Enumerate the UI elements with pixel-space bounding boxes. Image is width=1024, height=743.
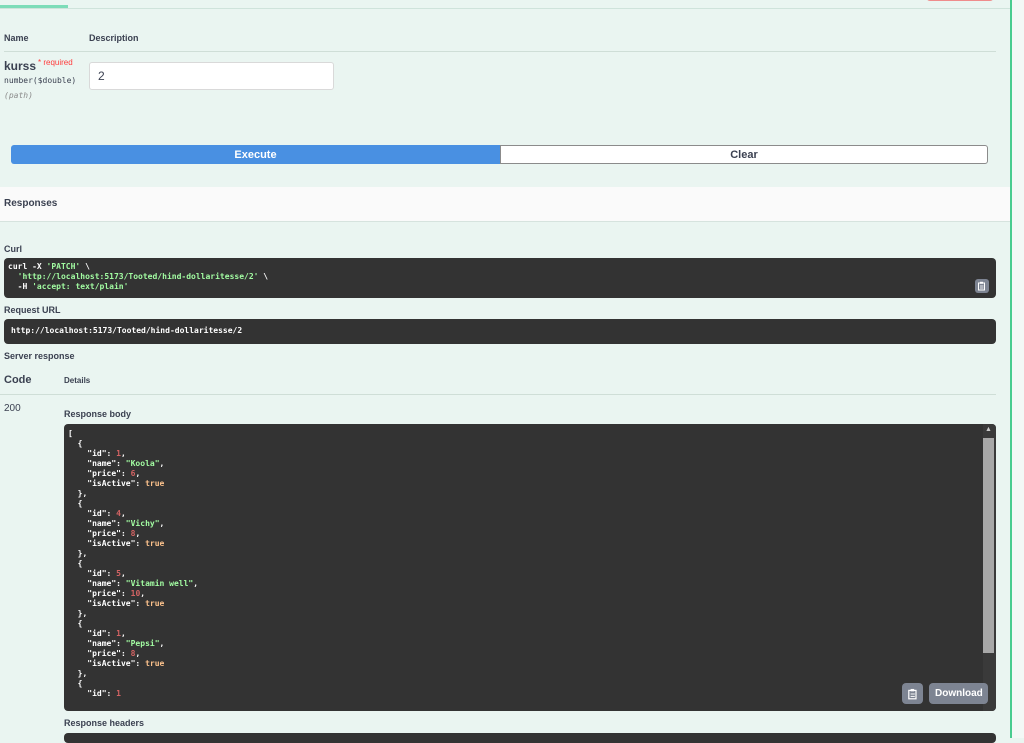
curl-flag: -H — [8, 282, 33, 291]
json-value: "Pepsi" — [125, 639, 160, 648]
json-value: true — [145, 659, 165, 668]
params-header-description: Description — [89, 33, 139, 43]
json-value: "Koola" — [125, 459, 160, 468]
json-brace: { — [68, 439, 83, 448]
request-url[interactable]: http://localhost:5173/Tooted/hind-dollar… — [11, 326, 242, 336]
json-value: "Vitamin well" — [125, 579, 194, 588]
json-key: "isActive": — [68, 599, 146, 608]
download-button[interactable]: Download — [929, 683, 988, 704]
curl-url: 'http://localhost:5173/Tooted/hind-dolla… — [17, 272, 259, 281]
clipboard-icon — [978, 281, 985, 291]
json-brace: { — [68, 619, 83, 628]
curl-continuation: \ — [80, 262, 90, 271]
clear-button[interactable]: Clear — [500, 145, 988, 164]
json-key: "isActive": — [68, 479, 146, 488]
json-bracket: [ — [68, 429, 73, 438]
json-key: "price": — [68, 469, 131, 478]
response-status-code: 200 — [4, 403, 21, 414]
curl-continuation: \ — [258, 272, 269, 281]
json-brace: }, — [68, 549, 88, 558]
json-value: true — [145, 539, 165, 548]
json-brace: }, — [68, 669, 88, 678]
curl-method: 'PATCH' — [46, 262, 81, 271]
scrollbar[interactable]: ▲ — [983, 424, 996, 711]
copy-curl-button[interactable] — [975, 279, 989, 293]
json-comma: , — [135, 529, 141, 538]
responses-title: Responses — [4, 198, 58, 209]
code-column-header: Code — [4, 374, 32, 386]
json-key: "id": — [68, 509, 117, 518]
param-name: kurss — [4, 59, 37, 73]
json-value: true — [145, 479, 165, 488]
server-response-label: Server response — [4, 351, 75, 361]
kurss-input[interactable] — [89, 62, 334, 90]
json-comma: , — [193, 579, 199, 588]
json-comma: , — [159, 639, 165, 648]
curl-label: Curl — [4, 244, 22, 254]
json-brace: { — [68, 559, 83, 568]
json-brace: }, — [68, 609, 88, 618]
execute-button[interactable]: Execute — [11, 145, 500, 164]
json-comma: , — [121, 509, 126, 518]
response-table-divider — [0, 394, 996, 395]
json-key: "name": — [68, 519, 126, 528]
details-column-header: Details — [64, 376, 91, 385]
params-header-divider — [4, 51, 996, 52]
response-headers-label: Response headers — [64, 718, 145, 728]
curl-command[interactable]: curl -X 'PATCH' \ 'http://localhost:5173… — [8, 262, 268, 292]
curl-box: curl -X 'PATCH' \ 'http://localhost:5173… — [4, 258, 996, 298]
json-brace: { — [68, 679, 83, 688]
json-value: 10 — [130, 589, 141, 598]
json-key: "name": — [68, 579, 126, 588]
json-brace: { — [68, 499, 83, 508]
clipboard-icon — [907, 688, 917, 699]
json-key: "price": — [68, 649, 131, 658]
request-url-box: http://localhost:5173/Tooted/hind-dollar… — [4, 319, 996, 344]
page-margin — [1012, 0, 1024, 738]
param-type: number($double) — [4, 76, 77, 85]
json-comma: , — [159, 459, 165, 468]
json-key: "id": — [68, 629, 117, 638]
curl-header: 'accept: text/plain' — [32, 282, 129, 291]
json-key: "price": — [68, 529, 131, 538]
cancel-button[interactable] — [926, 0, 994, 1]
json-brace: }, — [68, 489, 88, 498]
params-header-name: Name — [4, 33, 29, 43]
json-key: "price": — [68, 589, 131, 598]
json-key: "name": — [68, 639, 126, 648]
json-key: "id": — [68, 689, 117, 698]
param-location: (path) — [4, 91, 33, 100]
json-key: "isActive": — [68, 539, 146, 548]
divider — [0, 8, 1010, 9]
json-comma: , — [121, 569, 126, 578]
json-value: true — [145, 599, 165, 608]
json-key: "id": — [68, 569, 117, 578]
param-required-label: * required — [38, 58, 73, 67]
json-comma: , — [135, 649, 141, 658]
json-comma: , — [121, 449, 126, 458]
json-comma: , — [121, 629, 126, 638]
json-value: 1 — [116, 689, 121, 698]
request-url-label: Request URL — [4, 305, 61, 315]
response-body[interactable]: [ { "id": 1, "name": "Koola", "price": 6… — [64, 424, 996, 711]
json-comma: , — [135, 469, 141, 478]
response-headers-box — [64, 733, 996, 743]
json-key: "id": — [68, 449, 117, 458]
responses-header-band — [0, 187, 1010, 222]
json-key: "isActive": — [68, 659, 146, 668]
json-comma: , — [159, 519, 165, 528]
json-key: "name": — [68, 459, 126, 468]
json-comma: , — [140, 589, 146, 598]
response-body-json: [ { "id": 1, "name": "Koola", "price": 6… — [68, 429, 198, 699]
scroll-up-icon[interactable]: ▲ — [983, 425, 994, 435]
json-value: "Vichy" — [125, 519, 160, 528]
curl-cmd: curl -X — [8, 262, 47, 271]
copy-response-button[interactable] — [902, 683, 923, 704]
response-body-label: Response body — [64, 409, 132, 419]
scrollbar-thumb[interactable] — [983, 438, 994, 653]
